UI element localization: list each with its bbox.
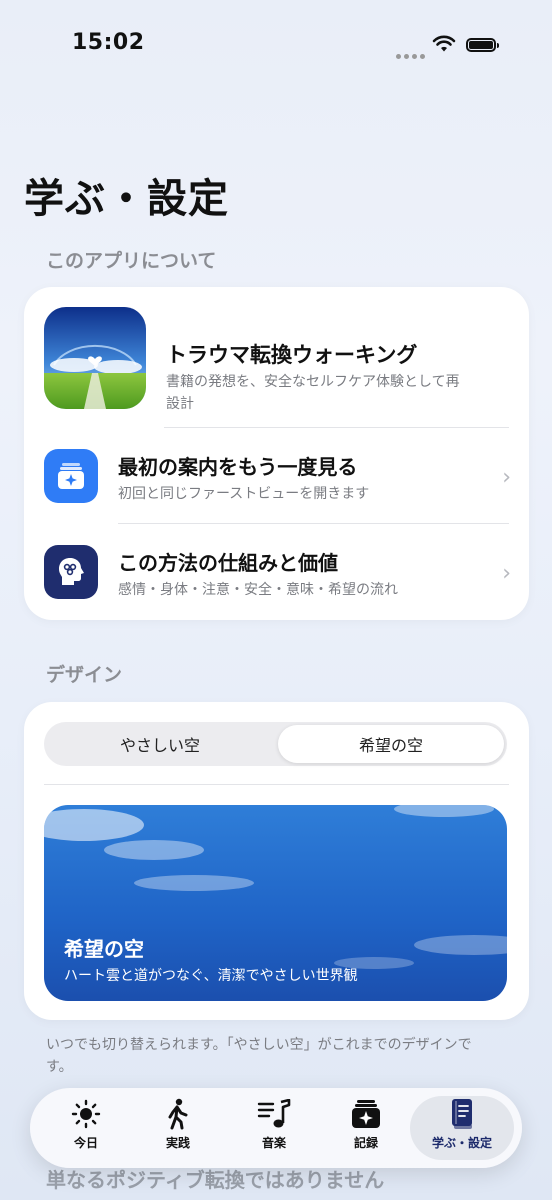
row-subtitle: 初回と同じファーストビューを開きます <box>118 486 370 502</box>
about-card: トラウマ転換ウォーキング 書籍の発想を、安全なセルフケア体験として再設計 最初の… <box>24 287 529 620</box>
section-header-about: このアプリについて <box>46 250 217 272</box>
app-name: トラウマ転換ウォーキング <box>166 343 418 367</box>
row-subtitle: 感情・身体・注意・安全・意味・希望の流れ <box>118 582 398 598</box>
design-card: やさしい空 希望の空 希望の空 ハート雲と道がつなぐ、清潔でやさしい世界観 <box>24 702 529 1020</box>
walking-icon <box>164 1096 192 1132</box>
tab-today[interactable]: 今日 <box>38 1096 134 1160</box>
brain-head-icon <box>44 545 98 599</box>
theme-preview-image: 希望の空 ハート雲と道がつなぐ、清潔でやさしい世界観 <box>44 805 507 1001</box>
divider <box>118 523 509 524</box>
divider <box>164 427 509 428</box>
music-list-icon <box>257 1096 291 1132</box>
tab-label: 記録 <box>353 1136 378 1150</box>
row-first-guide[interactable]: 最初の案内をもう一度見る 初回と同じファーストビューを開きます › <box>44 445 511 525</box>
tab-label: 学ぶ・設定 <box>431 1136 492 1150</box>
segment-gentle-sky[interactable]: やさしい空 <box>47 725 273 763</box>
divider <box>44 784 509 785</box>
chevron-right-icon: › <box>502 465 511 490</box>
row-title: 最初の案内をもう一度見る <box>118 455 358 479</box>
preview-title: 希望の空 <box>64 937 144 961</box>
segment-hope-sky[interactable]: 希望の空 <box>278 725 504 763</box>
tab-label: 音楽 <box>261 1136 286 1150</box>
next-section-text: 単なるポジティブ転換ではありません <box>46 1168 385 1192</box>
row-title: この方法の仕組みと価値 <box>118 551 338 575</box>
tab-bar: 今日 実践 音楽 記録 学ぶ・設定 <box>30 1088 522 1168</box>
sun-icon <box>71 1096 101 1132</box>
section-header-design: デザイン <box>46 664 123 686</box>
app-info: トラウマ転換ウォーキング 書籍の発想を、安全なセルフケア体験として再設計 <box>44 307 509 417</box>
tab-label: 今日 <box>73 1136 98 1150</box>
tab-practice[interactable]: 実践 <box>130 1096 226 1160</box>
tab-records[interactable]: 記録 <box>318 1096 414 1160</box>
battery-icon <box>466 38 499 52</box>
tab-learn-settings[interactable]: 学ぶ・設定 <box>410 1096 514 1160</box>
theme-segmented-control: やさしい空 希望の空 <box>44 722 507 766</box>
design-note: いつでも切り替えられます。「やさしい空」がこれまでのデザインです。 <box>46 1037 472 1075</box>
status-time: 15:02 <box>72 30 145 55</box>
signal-dots-icon <box>396 44 428 63</box>
app-description: 書籍の発想を、安全なセルフケア体験として再設計 <box>166 374 460 412</box>
app-icon <box>44 307 146 409</box>
preview-subtitle: ハート雲と道がつなぐ、清潔でやさしい世界観 <box>64 968 358 984</box>
journal-sparkle-icon <box>350 1096 382 1132</box>
tab-label: 実践 <box>165 1136 190 1150</box>
book-icon <box>449 1096 475 1132</box>
status-bar: 15:02 <box>0 0 552 90</box>
page-title: 学ぶ・設定 <box>24 176 229 222</box>
wifi-icon <box>432 35 456 52</box>
row-how-it-works[interactable]: この方法の仕組みと価値 感情・身体・注意・安全・意味・希望の流れ › <box>44 541 511 621</box>
chevron-right-icon: › <box>502 561 511 586</box>
sparkle-card-icon <box>44 449 98 503</box>
tab-music[interactable]: 音楽 <box>226 1096 322 1160</box>
